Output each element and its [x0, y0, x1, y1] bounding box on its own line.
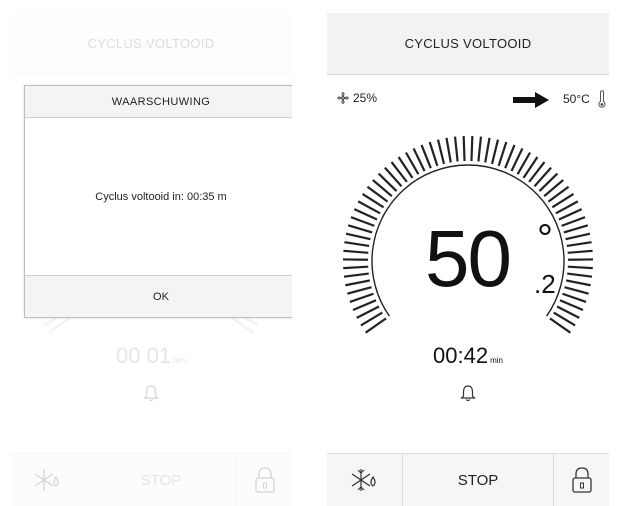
lock-button[interactable] [553, 454, 609, 506]
dial-tick [343, 265, 369, 270]
arrow-right-icon [513, 92, 549, 108]
header-title: CYCLUS VOLTOOID [404, 36, 532, 51]
dial-tick [462, 136, 466, 162]
dialog-message: Cyclus voltooid in: 00:35 m [95, 191, 227, 203]
stop-label: STOP [457, 471, 499, 489]
dial-tick [504, 144, 516, 169]
bell-icon[interactable] [141, 383, 161, 403]
temperature-degree-symbol: ° [537, 217, 553, 261]
dial-tick [565, 279, 591, 287]
ok-button[interactable]: OK [25, 275, 292, 317]
dial-tick [420, 144, 432, 169]
timer-unit: min [173, 356, 186, 365]
dial-tick [565, 232, 591, 241]
dial-tick [567, 272, 593, 278]
dial-tick [567, 249, 593, 254]
defrost-button[interactable] [327, 454, 403, 506]
timer-value: 00:42 [433, 343, 489, 368]
fan-icon [337, 92, 349, 104]
header-title: CYCLUS VOLTOOID [87, 36, 215, 51]
stop-label: STOP [140, 471, 182, 489]
dial-tick [453, 136, 459, 162]
dial-tick [350, 216, 375, 227]
dial-tick [343, 272, 369, 278]
dial-tick [497, 141, 508, 167]
bottom-bar: STOP [327, 453, 609, 506]
dial-tick [345, 279, 371, 287]
snowflake-drop-icon [34, 469, 59, 491]
temperature-decimal: .2 [534, 269, 556, 299]
left-screen: CYCLUS VOLTOOID 00 01 min STOP WAARSCHUW… [10, 13, 292, 506]
dial-tick [428, 141, 439, 167]
header: CYCLUS VOLTOOID [10, 13, 292, 75]
current-temperature: 50 [425, 214, 512, 303]
status-row: 25% 50°C [327, 89, 609, 109]
dial-tick [567, 265, 593, 270]
lock-button[interactable] [236, 454, 292, 506]
warning-dialog: WAARSCHUWING Cyclus voltooid in: 00:35 m… [24, 85, 292, 318]
lock-icon [571, 467, 592, 493]
dial-tick [347, 224, 373, 234]
fan-speed-value: 25% [353, 91, 378, 105]
dial-tick [566, 241, 592, 248]
bell-icon[interactable] [458, 383, 478, 403]
dial-tick [445, 137, 452, 163]
snowflake-drop-icon [351, 469, 376, 491]
dial-tick [484, 137, 491, 163]
set-temperature[interactable]: 50°C [563, 92, 590, 106]
ok-label: OK [153, 290, 169, 303]
fan-speed[interactable]: 25% [337, 91, 377, 105]
dial-tick [470, 136, 474, 162]
dial-tick [477, 136, 483, 162]
dial-tick [490, 139, 500, 165]
timer-display: 00 01 min [10, 343, 292, 369]
defrost-button[interactable] [10, 454, 86, 506]
lock-icon [254, 467, 275, 493]
dial-tick [564, 286, 589, 295]
dial-tick [562, 292, 587, 303]
dial-tick [345, 232, 371, 241]
right-screen: CYCLUS VOLTOOID 25% 50°C 50 ° .2 00:42 m… [327, 13, 609, 506]
dial-tick [347, 286, 372, 295]
header: CYCLUS VOLTOOID [327, 13, 609, 75]
stop-button[interactable]: STOP [86, 454, 236, 506]
dial-tick [349, 292, 374, 303]
bottom-bar: STOP [10, 453, 292, 506]
stop-button[interactable]: STOP [403, 454, 553, 506]
dial-tick [563, 224, 589, 234]
dial-tick [561, 216, 586, 227]
dial-tick [436, 139, 446, 165]
thermometer-icon [598, 90, 606, 108]
timer-value: 00 01 [116, 343, 172, 368]
dial-tick [343, 249, 369, 254]
timer-display: 00:42 min [327, 343, 609, 369]
timer-unit: min [490, 356, 503, 365]
dialog-title: WAARSCHUWING [25, 86, 292, 118]
dial-tick [344, 241, 370, 248]
